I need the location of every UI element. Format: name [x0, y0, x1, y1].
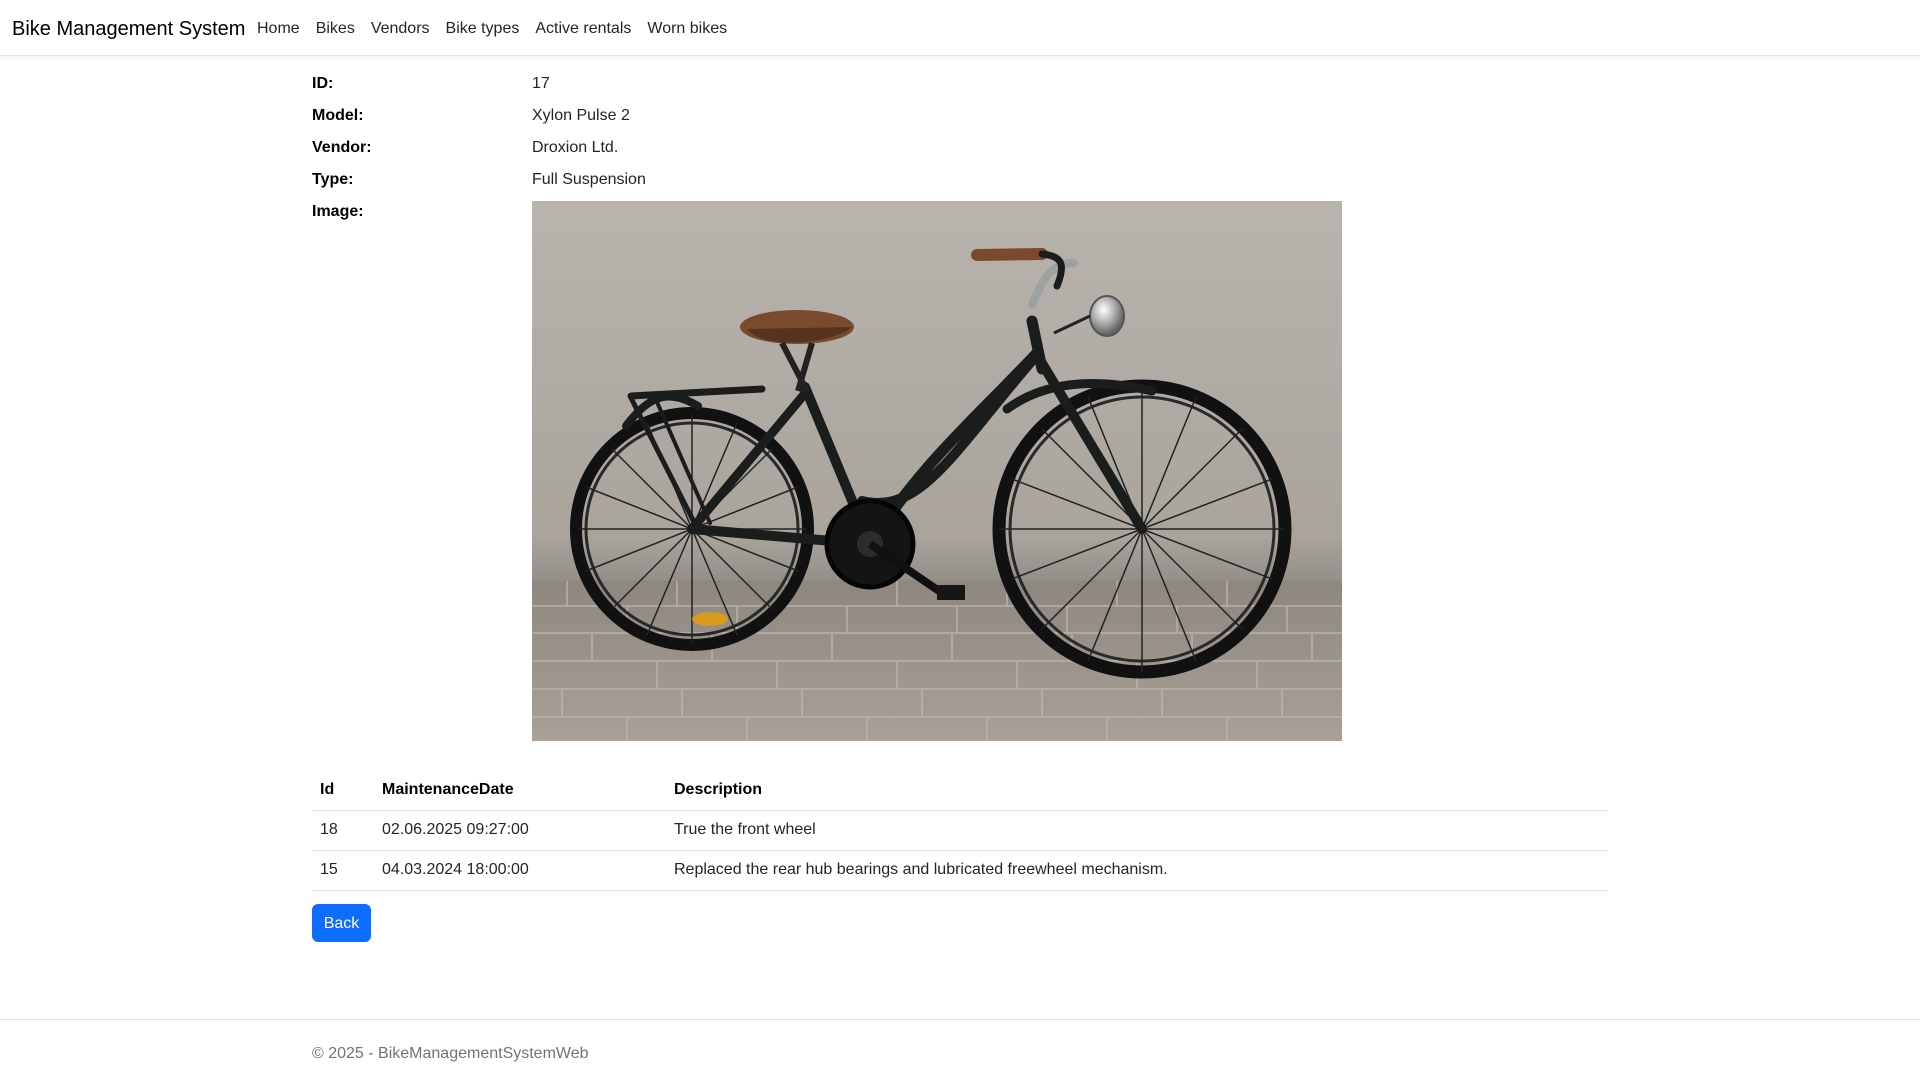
maintenance-id-cell: 18	[312, 810, 374, 851]
footer-app-link[interactable]: BikeManagementSystemWeb	[378, 1045, 588, 1062]
nav-active-rentals[interactable]: Active rentals	[535, 17, 631, 41]
app-brand[interactable]: Bike Management System	[12, 16, 245, 42]
main-navigation: Home Bikes Vendors Bike types Active ren…	[257, 17, 743, 41]
nav-worn-bikes[interactable]: Worn bikes	[647, 17, 727, 41]
page-footer: © 2025 - BikeManagementSystemWeb	[0, 1019, 1920, 1080]
footer-copyright: © 2025 -	[312, 1045, 379, 1062]
footer-text: © 2025 - BikeManagementSystemWeb	[312, 1042, 589, 1066]
maintenance-id-cell: 15	[312, 850, 374, 891]
detail-row-vendor: Vendor: Droxion Ltd.	[312, 136, 1608, 160]
table-row: 15 04.03.2024 18:00:00 Replaced the rear…	[312, 850, 1608, 891]
id-label: ID:	[312, 75, 334, 92]
vendor-value: Droxion Ltd.	[532, 139, 619, 156]
nav-bikes[interactable]: Bikes	[316, 17, 355, 41]
detail-row-type: Type: Full Suspension	[312, 168, 1608, 192]
maintenance-date-cell: 02.06.2025 09:27:00	[374, 810, 666, 851]
maintenance-date-column-header: MaintenanceDate	[374, 770, 666, 811]
nav-home[interactable]: Home	[257, 17, 300, 41]
top-navbar: Bike Management System Home Bikes Vendor…	[0, 0, 1920, 56]
maintenance-table-body: 18 02.06.2025 09:27:00 True the front wh…	[312, 810, 1608, 891]
detail-row-id: ID: 17	[312, 72, 1608, 96]
model-label: Model:	[312, 107, 364, 124]
back-button[interactable]: Back	[312, 904, 371, 942]
bicycle-photo-icon	[532, 201, 1342, 741]
maintenance-table: Id MaintenanceDate Description 18 02.06.…	[312, 770, 1608, 891]
maintenance-description-cell: Replaced the rear hub bearings and lubri…	[666, 850, 1608, 891]
maintenance-table-header: Id MaintenanceDate Description	[312, 770, 1608, 811]
vendor-label: Vendor:	[312, 139, 372, 156]
model-value: Xylon Pulse 2	[532, 107, 630, 124]
description-column-header: Description	[666, 770, 1608, 811]
id-value: 17	[532, 75, 550, 92]
table-row: 18 02.06.2025 09:27:00 True the front wh…	[312, 810, 1608, 851]
bike-image	[532, 201, 1342, 741]
table-header-row: Id MaintenanceDate Description	[312, 770, 1608, 811]
maintenance-description-cell: True the front wheel	[666, 810, 1608, 851]
floor-tiles	[532, 581, 1342, 741]
nav-bike-types[interactable]: Bike types	[446, 17, 520, 41]
nav-vendors[interactable]: Vendors	[371, 17, 430, 41]
detail-row-model: Model: Xylon Pulse 2	[312, 104, 1608, 128]
image-label: Image:	[312, 203, 364, 220]
type-label: Type:	[312, 171, 354, 188]
id-column-header: Id	[312, 770, 374, 811]
type-value: Full Suspension	[532, 171, 646, 188]
maintenance-date-cell: 04.03.2024 18:00:00	[374, 850, 666, 891]
